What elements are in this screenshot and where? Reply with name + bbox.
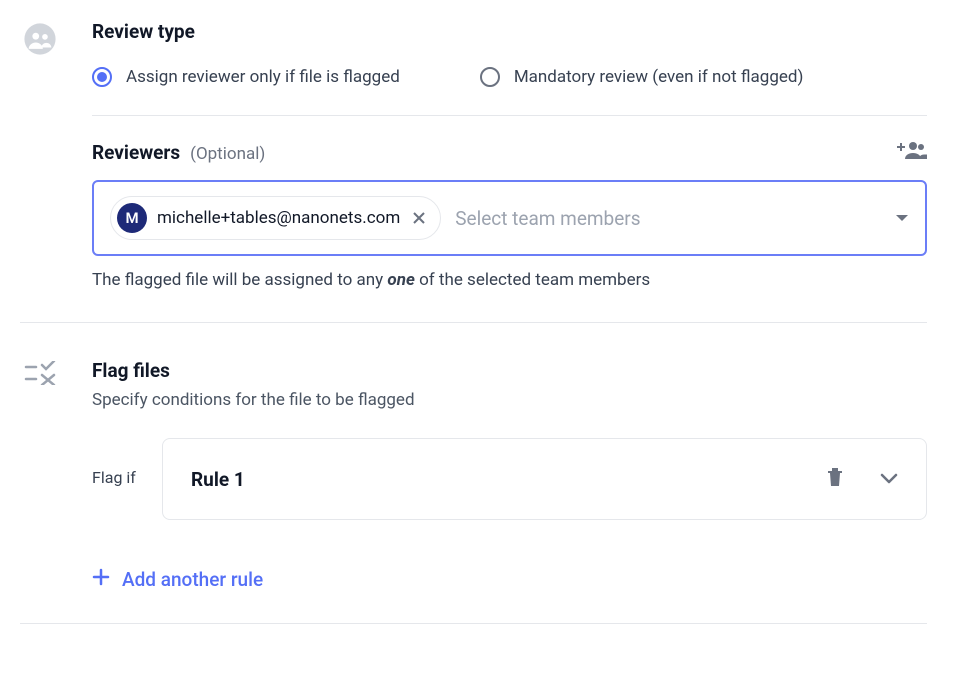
- radio-label: Mandatory review (even if not flagged): [514, 67, 804, 87]
- chip-label: michelle+tables@nanonets.com: [157, 208, 400, 228]
- rules-icon: [24, 361, 56, 591]
- reviewers-select[interactable]: M michelle+tables@nanonets.com Select te…: [92, 180, 927, 256]
- helper-em: one: [387, 270, 414, 290]
- add-rule-button[interactable]: Add another rule: [92, 568, 263, 591]
- plus-icon: [92, 568, 110, 591]
- radio-mandatory-review[interactable]: Mandatory review (even if not flagged): [480, 67, 804, 87]
- reviewer-chip: M michelle+tables@nanonets.com: [110, 196, 441, 240]
- divider: [92, 115, 927, 116]
- radio-label: Assign reviewer only if file is flagged: [126, 67, 400, 87]
- rule-card[interactable]: Rule 1: [162, 438, 927, 520]
- divider: [20, 322, 927, 323]
- trash-icon[interactable]: [826, 467, 844, 491]
- reviewers-placeholder: Select team members: [455, 207, 881, 230]
- reviewers-helper: The flagged file will be assigned to any…: [92, 270, 927, 290]
- group-icon: [23, 22, 57, 290]
- rule-title: Rule 1: [191, 468, 245, 491]
- radio-icon: [480, 67, 500, 87]
- radio-assign-if-flagged[interactable]: Assign reviewer only if file is flagged: [92, 67, 400, 87]
- helper-pre: The flagged file will be assigned to any: [92, 270, 387, 290]
- radio-icon: [92, 67, 112, 87]
- chip-remove-icon[interactable]: [410, 211, 428, 225]
- helper-post: of the selected team members: [415, 270, 650, 290]
- reviewers-optional-label: (Optional): [190, 144, 265, 164]
- chevron-down-icon[interactable]: [895, 209, 909, 228]
- reviewers-title: Reviewers: [92, 141, 180, 164]
- add-person-icon[interactable]: [897, 140, 927, 164]
- add-rule-label: Add another rule: [122, 568, 263, 591]
- flag-if-label: Flag if: [92, 438, 142, 487]
- flag-files-title: Flag files: [92, 359, 927, 382]
- avatar: M: [117, 203, 147, 233]
- divider: [20, 623, 927, 624]
- review-type-title: Review type: [92, 20, 927, 43]
- chevron-down-icon[interactable]: [880, 470, 898, 489]
- flag-files-description: Specify conditions for the file to be fl…: [92, 390, 927, 410]
